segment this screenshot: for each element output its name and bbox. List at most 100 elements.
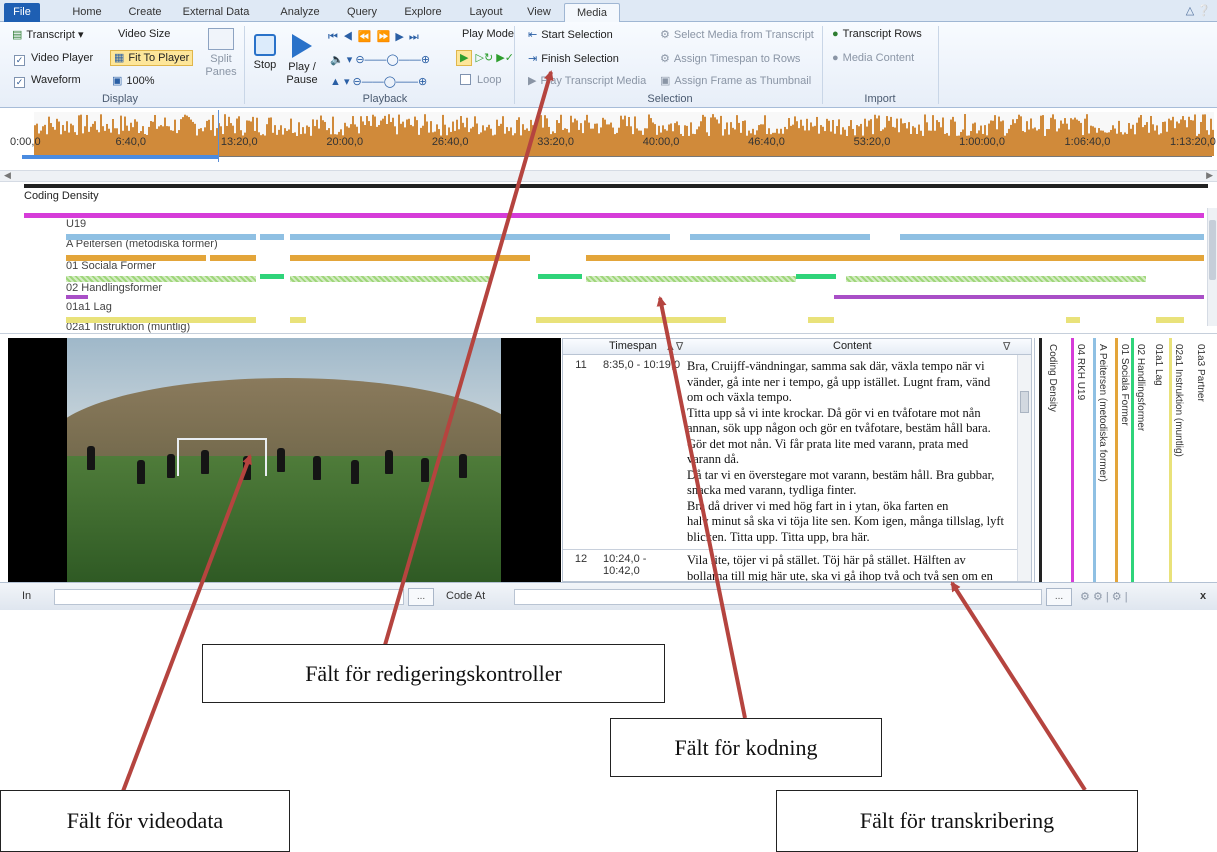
tab-media[interactable]: Media bbox=[564, 3, 620, 23]
coding-segment[interactable] bbox=[1156, 317, 1184, 323]
tab-layout[interactable]: Layout bbox=[460, 3, 512, 22]
coding-segment[interactable] bbox=[290, 255, 530, 261]
playback-progress[interactable] bbox=[22, 155, 219, 159]
play-transcribe-icon[interactable]: ▷↻ bbox=[476, 52, 494, 64]
speed-slider[interactable]: ▲ ▾ ⊖——◯——⊕ bbox=[330, 75, 427, 88]
tab-explore[interactable]: Explore bbox=[396, 3, 450, 22]
assign-frame-button[interactable]: ▣ Assign Frame as Thumbnail bbox=[660, 74, 811, 87]
filter-icon[interactable]: ∇ bbox=[1003, 340, 1010, 353]
column-header-timespan[interactable]: Timespan bbox=[609, 340, 657, 352]
column-header-content[interactable]: Content bbox=[833, 340, 872, 352]
fast-forward-icon[interactable]: ⏩ bbox=[377, 31, 392, 43]
scroll-left-icon[interactable]: ◀ bbox=[4, 170, 11, 181]
code-at-browse-button[interactable]: ... bbox=[1046, 588, 1072, 606]
select-media-button[interactable]: ⚙ Select Media from Transcript bbox=[660, 28, 814, 41]
transcript-coding-stripes[interactable]: Coding Density 04 RKH U19 A Peitersen (m… bbox=[1034, 338, 1217, 582]
play-normal-icon[interactable]: ▶ bbox=[456, 50, 473, 66]
media-timeline[interactable]: 0:00,0 6:40,0 13:20,0 20:00,0 26:40,0 33:20,0… bbox=[0, 108, 1217, 170]
coding-segment[interactable] bbox=[796, 274, 836, 279]
import-media-content-button[interactable]: ● Media Content bbox=[832, 52, 914, 64]
coding-segment[interactable] bbox=[834, 295, 1204, 299]
step-back-icon[interactable]: ◀ bbox=[343, 31, 354, 43]
help-icon[interactable]: ❔ bbox=[1197, 5, 1211, 17]
coding-segment[interactable] bbox=[260, 234, 284, 240]
sort-filter-icon[interactable]: ▲∇ bbox=[665, 340, 683, 353]
go-to-end-icon[interactable]: ⏭ bbox=[409, 31, 420, 43]
coding-segment[interactable] bbox=[66, 317, 256, 323]
tab-view[interactable]: View bbox=[520, 3, 558, 22]
import-transcript-rows-button[interactable]: ● Transcript Rows bbox=[832, 28, 922, 40]
code-icon[interactable]: ⚙ bbox=[1080, 591, 1090, 603]
finish-selection-button[interactable]: ⇥ Finish Selection bbox=[528, 52, 619, 65]
tab-external-data[interactable]: External Data bbox=[175, 3, 257, 22]
play-pause-button[interactable]: Play / Pause bbox=[284, 34, 320, 87]
transcript-row-content[interactable]: Vila lite, töjer vi på stället. Töj här … bbox=[687, 553, 1017, 581]
video-player-checkbox[interactable]: ✓ Video Player bbox=[14, 52, 93, 66]
coding-segment[interactable] bbox=[538, 274, 582, 279]
coding-segment[interactable] bbox=[846, 276, 1146, 282]
uncode-icon[interactable]: ⚙ bbox=[1112, 591, 1122, 603]
waveform-checkbox[interactable]: ✓ Waveform bbox=[14, 74, 81, 88]
timeline-horizontal-scrollbar[interactable]: ◀ ▶ bbox=[0, 170, 1217, 182]
tab-query[interactable]: Query bbox=[338, 3, 386, 22]
scroll-right-icon[interactable]: ▶ bbox=[1206, 170, 1213, 181]
code-buttons[interactable]: ⚙ ⚙ | ⚙ | bbox=[1080, 590, 1128, 603]
scrollbar-thumb[interactable] bbox=[1209, 220, 1216, 280]
stop-button[interactable]: Stop bbox=[250, 34, 280, 72]
play-transcript-media-button[interactable]: ▶ Play Transcript Media bbox=[528, 74, 646, 87]
start-selection-button[interactable]: ⇤ Start Selection bbox=[528, 28, 613, 41]
minimize-ribbon-icon[interactable]: △ bbox=[1186, 5, 1194, 17]
playhead[interactable] bbox=[218, 110, 219, 162]
coding-segment[interactable] bbox=[290, 317, 306, 323]
tab-create[interactable]: Create bbox=[120, 3, 170, 22]
audio-waveform[interactable] bbox=[34, 112, 1214, 156]
loop-checkbox[interactable]: Loop bbox=[460, 74, 501, 86]
coding-vertical-scrollbar[interactable] bbox=[1207, 208, 1217, 326]
coding-segment[interactable] bbox=[66, 255, 206, 261]
code-in-vivo-icon[interactable]: ⚙ bbox=[1093, 591, 1103, 603]
split-panes-button[interactable]: Split Panes bbox=[200, 28, 242, 79]
fit-to-player-button[interactable]: ▦ Fit To Player bbox=[110, 50, 194, 66]
coding-segment[interactable] bbox=[66, 234, 256, 240]
coding-segment[interactable] bbox=[210, 255, 256, 261]
coding-segment[interactable] bbox=[536, 317, 726, 323]
rewind-icon[interactable]: ⏪ bbox=[358, 31, 373, 43]
video-player[interactable] bbox=[8, 338, 561, 582]
coding-segment[interactable] bbox=[260, 274, 284, 279]
assign-timespan-button[interactable]: ⚙ Assign Timespan to Rows bbox=[660, 52, 800, 65]
code-at-field[interactable] bbox=[514, 589, 1042, 605]
play-code-icon[interactable]: ▶✓ bbox=[496, 52, 514, 64]
coding-segment[interactable] bbox=[290, 234, 670, 240]
volume-slider[interactable]: 🔈 ▾ ⊖——◯——⊕ bbox=[330, 53, 430, 66]
scrollbar-thumb[interactable] bbox=[1020, 391, 1029, 413]
tab-home[interactable]: Home bbox=[64, 3, 110, 22]
coding-segment[interactable] bbox=[1066, 317, 1080, 323]
coding-segment[interactable] bbox=[66, 295, 88, 299]
transcript-row-timespan[interactable]: 8:35,0 - 10:19,0 bbox=[603, 359, 685, 371]
transcript-vertical-scrollbar[interactable] bbox=[1017, 355, 1031, 581]
coding-segment[interactable] bbox=[690, 234, 870, 240]
transcript-row-content[interactable]: Bra, Cruijff-vändningar, samma sak där, … bbox=[687, 359, 1017, 545]
tab-analyze[interactable]: Analyze bbox=[272, 3, 328, 22]
coding-segment[interactable] bbox=[586, 276, 796, 282]
in-field[interactable] bbox=[54, 589, 404, 605]
coding-segment[interactable] bbox=[24, 213, 1204, 218]
play-mode-buttons[interactable]: ▶ ▷↻ ▶✓ bbox=[456, 50, 514, 66]
coding-segment[interactable] bbox=[66, 276, 256, 282]
close-bar-button[interactable]: x bbox=[1200, 590, 1206, 602]
transcript-panel[interactable]: Timespan ▲∇ Content ∇ 11 8:35,0 - 10:19,… bbox=[562, 338, 1032, 582]
coding-segment[interactable] bbox=[586, 255, 1204, 261]
go-to-start-icon[interactable]: ⏮ bbox=[328, 31, 339, 43]
coding-segment[interactable] bbox=[290, 276, 490, 282]
window-controls[interactable]: △ ❔ bbox=[1186, 4, 1211, 17]
transcript-dropdown[interactable]: ▤ Transcript ▾ bbox=[12, 28, 84, 41]
coding-segment[interactable] bbox=[808, 317, 834, 323]
coding-stripes-panel[interactable]: Coding Density U19 A Peitersen (metodisk… bbox=[0, 184, 1217, 334]
tab-file[interactable]: File bbox=[4, 3, 40, 22]
step-forward-icon[interactable]: ▶ bbox=[395, 31, 404, 43]
transport-controls[interactable]: ⏮ ◀ ⏪ ⏩ ▶ ⏭ bbox=[328, 30, 420, 44]
zoom-100-button[interactable]: ▣ 100% bbox=[112, 74, 155, 87]
in-browse-button[interactable]: ... bbox=[408, 588, 434, 606]
transcript-row-timespan[interactable]: 10:24,0 - 10:42,0 bbox=[603, 553, 685, 577]
coding-segment[interactable] bbox=[900, 234, 1204, 240]
